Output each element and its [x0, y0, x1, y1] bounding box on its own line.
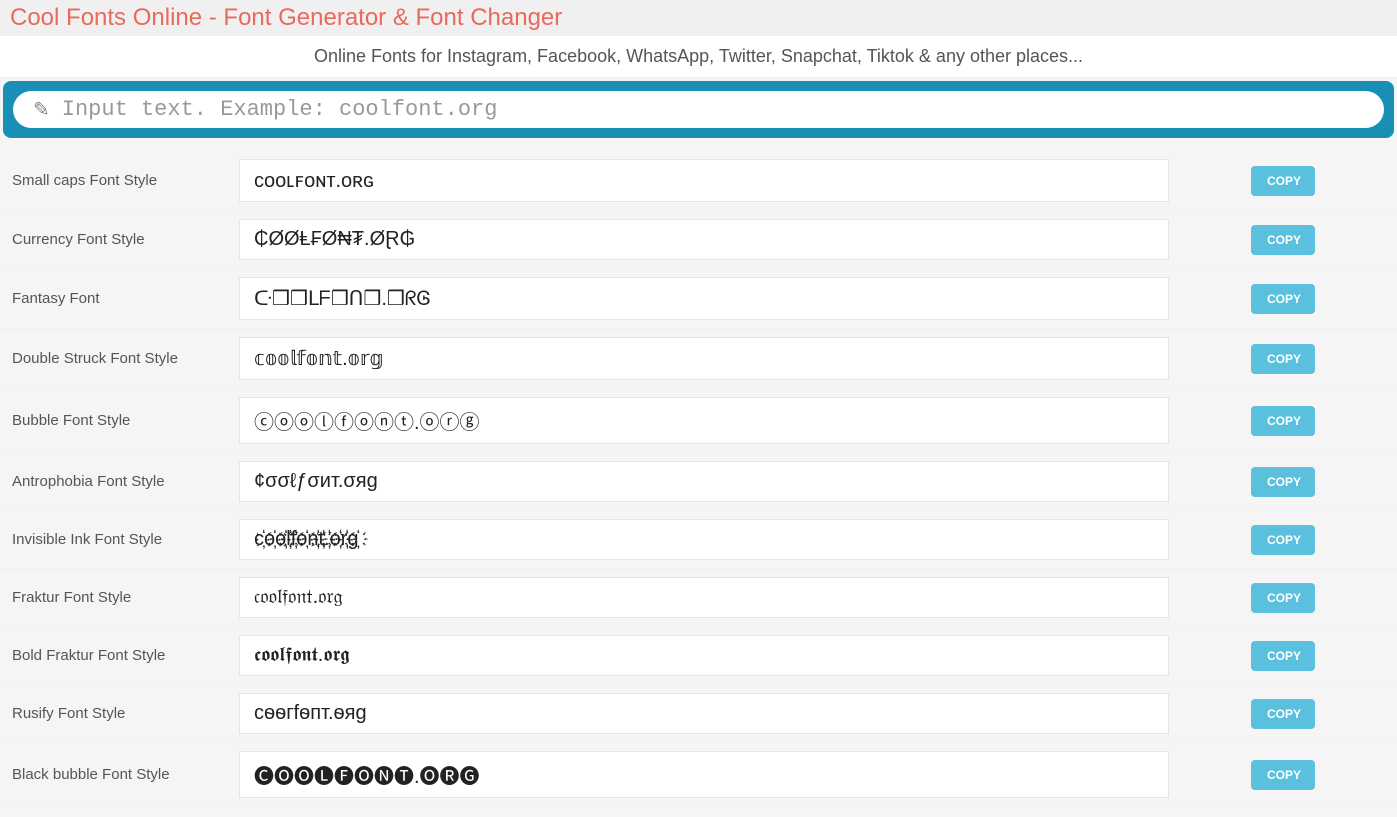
font-row: Currency Font Style ₵ØØⱠ₣Ø₦₮.ØⱤ₲ COPY	[0, 211, 1397, 269]
font-output[interactable]: ¢σσℓƒσит.σяg	[239, 461, 1169, 502]
font-row: Bold Fraktur Font Style 𝖈𝖔𝖔𝖑𝖋𝖔𝖓𝖙.𝖔𝖗𝖌 COP…	[0, 627, 1397, 685]
font-output[interactable]: ⓒⓞⓞⓛⓕⓞⓝⓣ.ⓞⓡⓖ	[239, 397, 1169, 444]
font-label: Fantasy Font	[12, 290, 227, 307]
font-output[interactable]: 𝖈𝖔𝖔𝖑𝖋𝖔𝖓𝖙.𝖔𝖗𝖌	[239, 635, 1169, 676]
font-row: Rusify Font Style cѳѳгfѳпт.ѳяg COPY	[0, 685, 1397, 743]
font-output[interactable]: 𝔠𝔬𝔬𝔩𝔣𝔬𝔫𝔱.𝔬𝔯𝔤	[239, 577, 1169, 618]
font-label: Invisible Ink Font Style	[12, 531, 227, 548]
font-row: Double Struck Font Style 𝕔𝕠𝕠𝕝𝕗𝕠𝕟𝕥.𝕠𝕣𝕘 CO…	[0, 329, 1397, 389]
font-label: Currency Font Style	[12, 231, 227, 248]
font-output[interactable]: ᑢ❒❒ᒪᖴ❒ᑎ❒.❒ᖇᎶ	[239, 277, 1169, 320]
font-row: Fraktur Font Style 𝔠𝔬𝔬𝔩𝔣𝔬𝔫𝔱.𝔬𝔯𝔤 COPY	[0, 569, 1397, 627]
font-row: Antrophobia Font Style ¢σσℓƒσит.σяg COPY	[0, 453, 1397, 511]
font-output[interactable]: ᴄᴏᴏʟꜰᴏɴᴛ.ᴏʀɢ	[239, 159, 1169, 202]
font-label: Rusify Font Style	[12, 705, 227, 722]
copy-button[interactable]: COPY	[1251, 525, 1315, 555]
input-container: ✎	[3, 81, 1394, 138]
header: Cool Fonts Online - Font Generator & Fon…	[0, 0, 1397, 36]
font-row: Bubble Font Style ⓒⓞⓞⓛⓕⓞⓝⓣ.ⓞⓡⓖ COPY	[0, 389, 1397, 453]
copy-button[interactable]: COPY	[1251, 166, 1315, 196]
copy-button[interactable]: COPY	[1251, 284, 1315, 314]
font-output[interactable]: cѳѳгfѳпт.ѳяg	[239, 693, 1169, 734]
text-input[interactable]	[62, 97, 1364, 122]
copy-button[interactable]: COPY	[1251, 467, 1315, 497]
subtitle: Online Fonts for Instagram, Facebook, Wh…	[0, 36, 1397, 78]
copy-button[interactable]: COPY	[1251, 583, 1315, 613]
font-output[interactable]: c҉o҉o҉l҉f҉o҉n҉t҉.҉o҉r҉g҉	[239, 519, 1169, 560]
copy-button[interactable]: COPY	[1251, 699, 1315, 729]
font-label: Small caps Font Style	[12, 172, 227, 189]
font-label: Black bubble Font Style	[12, 766, 227, 783]
page-title: Cool Fonts Online - Font Generator & Fon…	[10, 4, 1387, 32]
font-label: Bubble Font Style	[12, 412, 227, 429]
font-output[interactable]: 𝕔𝕠𝕠𝕝𝕗𝕠𝕟𝕥.𝕠𝕣𝕘	[239, 337, 1169, 380]
font-label: Fraktur Font Style	[12, 589, 227, 606]
font-row: Black bubble Font Style 🅒🅞🅞🅛🅕🅞🅝🅣.🅞🅡🅖 COP…	[0, 743, 1397, 807]
copy-button[interactable]: COPY	[1251, 406, 1315, 436]
font-label: Bold Fraktur Font Style	[12, 647, 227, 664]
font-output[interactable]: ₵ØØⱠ₣Ø₦₮.ØⱤ₲	[239, 219, 1169, 260]
font-row: Small caps Font Style ᴄᴏᴏʟꜰᴏɴᴛ.ᴏʀɢ COPY	[0, 151, 1397, 211]
pencil-icon: ✎	[33, 97, 50, 122]
font-label: Double Struck Font Style	[12, 350, 227, 367]
copy-button[interactable]: COPY	[1251, 344, 1315, 374]
copy-button[interactable]: COPY	[1251, 760, 1315, 790]
input-inner: ✎	[13, 91, 1384, 128]
font-output[interactable]: 🅒🅞🅞🅛🅕🅞🅝🅣.🅞🅡🅖	[239, 751, 1169, 798]
copy-button[interactable]: COPY	[1251, 225, 1315, 255]
font-row: Fantasy Font ᑢ❒❒ᒪᖴ❒ᑎ❒.❒ᖇᎶ COPY	[0, 269, 1397, 329]
copy-button[interactable]: COPY	[1251, 641, 1315, 671]
font-label: Antrophobia Font Style	[12, 473, 227, 490]
font-row: Invisible Ink Font Style c҉o҉o҉l҉f҉o҉n҉t…	[0, 511, 1397, 569]
font-rows: Small caps Font Style ᴄᴏᴏʟꜰᴏɴᴛ.ᴏʀɢ COPY …	[0, 141, 1397, 817]
